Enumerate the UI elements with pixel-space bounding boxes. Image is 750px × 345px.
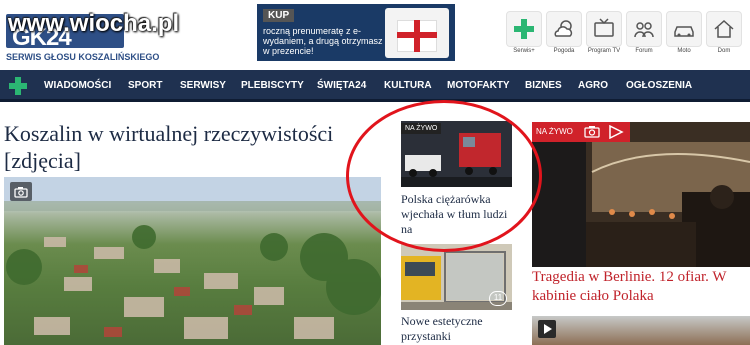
pogoda-label: Pogoda <box>553 48 575 54</box>
nav-item-agro[interactable]: AGRO <box>578 70 608 102</box>
right-story-title[interactable]: Tragedia w Berlinie. 12 ofiar. W kabinie… <box>532 268 748 306</box>
logo-subtitle: SERWIS GŁOSU KOSZALIŃSKIEGO <box>6 52 160 62</box>
nav-item-sport[interactable]: SPORT <box>128 70 162 102</box>
watermark: www.wiocha.pl <box>8 10 180 37</box>
weather-icon <box>554 20 573 37</box>
nav-item-motofakty[interactable]: MOTOFAKTY <box>447 70 510 102</box>
program-tv-button[interactable] <box>586 11 622 47</box>
video-play-icon <box>538 320 556 338</box>
program-tv-label: Program TV <box>587 48 621 54</box>
live-tag: NA ŻYWO <box>536 127 573 136</box>
nav-plus-button[interactable] <box>0 70 36 102</box>
gallery-count-badge: 11 <box>489 291 507 306</box>
car-icon <box>674 26 694 37</box>
camera-icon <box>584 124 600 143</box>
main-navigation: WIADOMOŚCI SPORT SERWISY PLEBISCYTY ŚWIĘ… <box>0 70 750 102</box>
nav-item-serwisy[interactable]: SERWISY <box>180 70 226 102</box>
dom-button[interactable] <box>706 11 742 47</box>
dom-label: Dom <box>717 48 731 54</box>
promo-tag: KUP <box>263 9 295 22</box>
plus-icon <box>9 77 27 95</box>
main-story-image[interactable] <box>4 177 381 345</box>
nav-item-plebiscyty[interactable]: PLEBISCYTY <box>241 70 304 102</box>
plus-icon <box>514 19 534 39</box>
story2-title[interactable]: Nowe estetyczne przystanki <box>401 314 513 344</box>
house-icon <box>714 19 734 38</box>
forum-icon <box>634 22 654 38</box>
serwis-plus-label: Serwis+ <box>513 48 535 54</box>
moto-label: Moto <box>677 48 691 54</box>
right-story2-image[interactable] <box>532 316 750 345</box>
nav-item-ogloszenia[interactable]: OGŁOSZENIA <box>626 70 692 102</box>
gift-image <box>385 8 449 58</box>
tv-icon <box>594 18 614 37</box>
memorial-photo <box>532 122 750 267</box>
pogoda-button[interactable] <box>546 11 582 47</box>
story2-image[interactable]: 11 <box>401 244 512 310</box>
promo-banner[interactable]: KUP roczną prenumeratę z e-wydaniem, a d… <box>257 4 455 61</box>
promo-text: roczną prenumeratę z e-wydaniem, a drugą… <box>263 26 383 56</box>
aerial-city-photo <box>4 177 381 339</box>
serwis-plus-button[interactable] <box>506 11 542 47</box>
forum-label: Forum <box>635 48 653 54</box>
main-headline[interactable]: Koszalin w wirtualnej rzeczywistości [zd… <box>4 120 384 174</box>
forum-button[interactable] <box>626 11 662 47</box>
annotation-ellipse <box>346 100 542 252</box>
nav-item-swieta24[interactable]: ŚWIĘTA24 <box>317 70 366 102</box>
nav-item-biznes[interactable]: BIZNES <box>525 70 562 102</box>
nav-item-kultura[interactable]: KULTURA <box>384 70 432 102</box>
camera-icon <box>10 182 32 201</box>
right-story-image[interactable]: NA ŻYWO <box>532 122 750 267</box>
video-play-icon <box>608 124 624 144</box>
nav-item-wiadomosci[interactable]: WIADOMOŚCI <box>44 70 111 102</box>
moto-button[interactable] <box>666 11 702 47</box>
live-banner: NA ŻYWO <box>532 122 630 142</box>
